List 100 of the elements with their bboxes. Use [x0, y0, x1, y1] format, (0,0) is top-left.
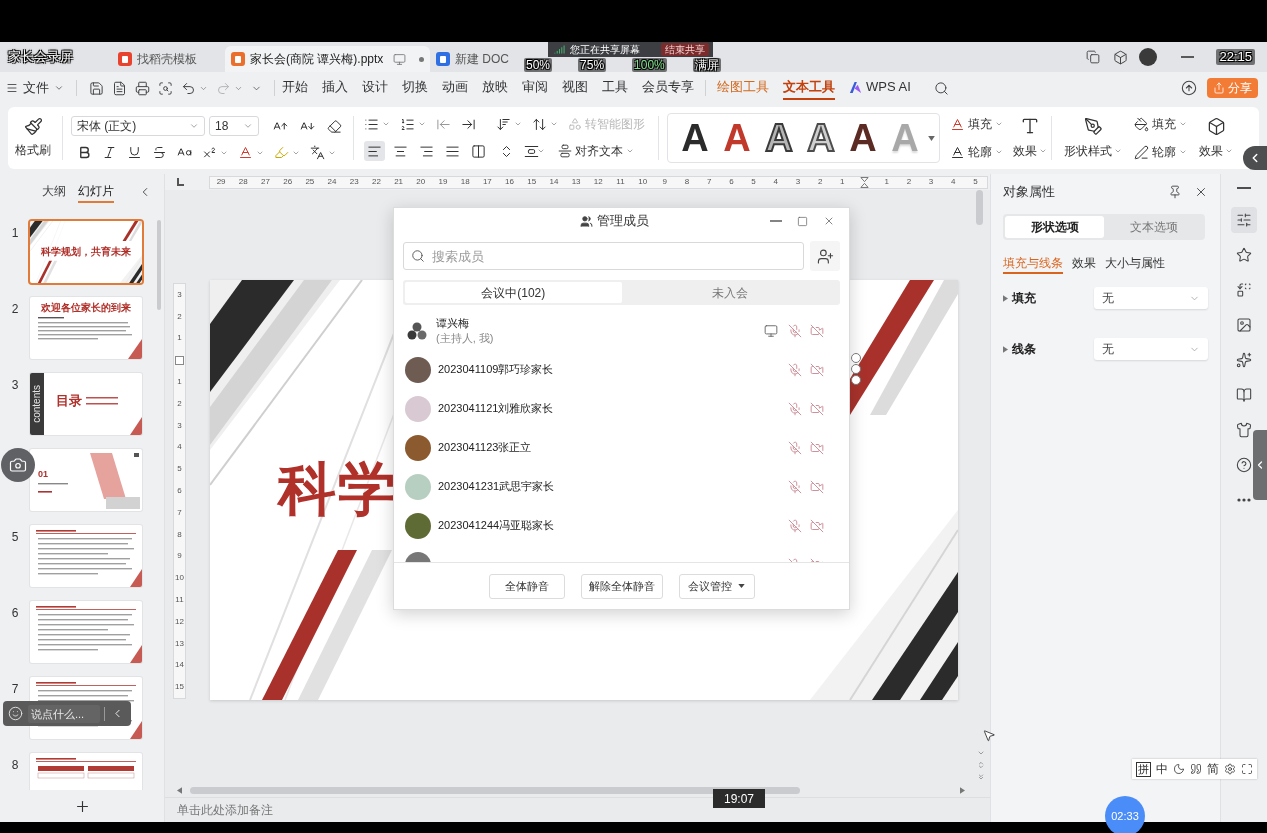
- scrollbar-thumb[interactable]: [976, 190, 983, 225]
- chevron-down-icon[interactable]: [514, 120, 522, 128]
- up-down-arrows-icon[interactable]: [532, 116, 547, 132]
- camera-off-icon[interactable]: [810, 518, 824, 533]
- member-tab[interactable]: 未入会: [621, 282, 838, 303]
- text-style-sample[interactable]: A: [716, 117, 758, 159]
- scrollbar-thumb[interactable]: [190, 786, 800, 794]
- slide-thumbnail[interactable]: [30, 525, 142, 587]
- font-select[interactable]: 宋体 (正文): [71, 116, 205, 136]
- slide-thumbnail[interactable]: 01: [30, 449, 142, 511]
- slide-thumbnail[interactable]: [30, 601, 142, 663]
- text-style-sample[interactable]: A: [674, 117, 716, 159]
- tab-stop-icon[interactable]: [177, 178, 184, 186]
- eraser-icon[interactable]: [327, 118, 342, 134]
- shape-effect-button[interactable]: 效果: [1199, 116, 1233, 160]
- side-tool-button[interactable]: [1231, 206, 1257, 233]
- indent-marker-icon[interactable]: [175, 355, 184, 365]
- ribbon-tab[interactable]: 文本工具: [783, 76, 835, 100]
- close-icon[interactable]: [823, 215, 835, 227]
- avatar-icon[interactable]: [1139, 48, 1158, 66]
- text-style-sample[interactable]: A: [842, 117, 884, 159]
- upload-icon[interactable]: [1181, 80, 1197, 96]
- superscript-icon[interactable]: [202, 145, 217, 160]
- paragraph-spacing-icon[interactable]: [524, 143, 539, 159]
- search-field[interactable]: 搜索成员: [403, 242, 804, 270]
- file-icon[interactable]: [112, 80, 127, 96]
- replace-icon[interactable]: [1236, 281, 1252, 298]
- undo-icon[interactable]: [181, 80, 196, 96]
- property-select[interactable]: 无: [1094, 338, 1208, 360]
- chevron-down-icon[interactable]: [537, 147, 545, 155]
- more-icon[interactable]: [1237, 497, 1251, 502]
- ribbon-tab[interactable]: 放映: [482, 76, 508, 100]
- ribbon-tab[interactable]: 开始: [282, 76, 308, 100]
- highlighter-icon[interactable]: [274, 145, 289, 160]
- slide-thumbnail[interactable]: contents 目录: [30, 373, 142, 435]
- scroll-left-icon[interactable]: [177, 786, 182, 794]
- ribbon-tab[interactable]: 审阅: [522, 76, 548, 100]
- dropdown-caret-icon[interactable]: [928, 135, 935, 141]
- quote-icon[interactable]: [1190, 763, 1202, 775]
- section-tab[interactable]: 大小与属性: [1105, 254, 1165, 274]
- camera-off-icon[interactable]: [810, 323, 824, 338]
- option-tab[interactable]: 形状选项: [1005, 216, 1104, 238]
- scrollbar-thumb[interactable]: [157, 220, 161, 310]
- file-menu-button[interactable]: 文件: [6, 76, 64, 100]
- shirt-icon[interactable]: [1236, 421, 1252, 438]
- expand-caret-icon[interactable]: [1003, 294, 1008, 302]
- microphone-off-icon[interactable]: [788, 440, 802, 455]
- chevron-down-icon[interactable]: [418, 120, 426, 128]
- moon-icon[interactable]: [1173, 763, 1185, 775]
- camera-off-icon[interactable]: [810, 362, 824, 377]
- collapse-button[interactable]: [1243, 146, 1267, 170]
- chevron-down-icon[interactable]: [977, 749, 985, 757]
- format-painter-button[interactable]: 格式刷: [8, 107, 58, 169]
- panel-tab[interactable]: 幻灯片: [78, 181, 114, 203]
- text-effect-button[interactable]: 效果: [1013, 116, 1047, 160]
- microphone-off-icon[interactable]: [788, 401, 802, 416]
- sort-descending-icon[interactable]: [496, 116, 511, 132]
- translate-icon[interactable]: [310, 145, 325, 160]
- text-outline-button[interactable]: 轮廓: [950, 143, 1003, 161]
- bold-icon[interactable]: [77, 145, 92, 160]
- ime-script-label[interactable]: 简: [1207, 762, 1219, 776]
- microphone-off-icon[interactable]: [788, 479, 802, 494]
- slide-thumbnail[interactable]: 欢迎各位家长的到来: [30, 297, 142, 359]
- chevron-down-icon[interactable]: [382, 120, 390, 128]
- document-tab[interactable]: 新建 DOC: [430, 46, 515, 72]
- ime-mode-label[interactable]: 拼: [1136, 761, 1151, 777]
- ribbon-tab[interactable]: 插入: [322, 76, 348, 100]
- minimize-icon[interactable]: [1181, 56, 1195, 58]
- camera-off-icon[interactable]: [810, 401, 824, 416]
- cube-icon[interactable]: [1113, 49, 1129, 65]
- ribbon-tab[interactable]: 设计: [362, 76, 388, 100]
- section-tab[interactable]: 效果: [1072, 254, 1096, 274]
- copy-icon[interactable]: [1086, 50, 1101, 64]
- star-icon[interactable]: [1236, 246, 1252, 263]
- ribbon-tab[interactable]: 工具: [602, 76, 628, 100]
- settings-icon[interactable]: [1224, 763, 1236, 775]
- property-select[interactable]: 无: [1094, 287, 1208, 309]
- ime-language-label[interactable]: 中: [1156, 762, 1168, 776]
- panel-tab[interactable]: 大纲: [42, 181, 66, 203]
- ribbon-tab[interactable]: 会员专享: [642, 76, 694, 100]
- shape-fill-button[interactable]: 填充: [1134, 115, 1187, 133]
- document-tab[interactable]: 家长会(商院 谭兴梅).pptx: [225, 46, 430, 72]
- strikethrough-icon[interactable]: [152, 145, 167, 160]
- pin-icon[interactable]: [1168, 185, 1182, 199]
- font-color-icon[interactable]: [238, 145, 253, 160]
- dialog-button[interactable]: 解除全体静音: [580, 573, 663, 599]
- zoom-option[interactable]: 75%: [578, 58, 607, 72]
- expand-icon[interactable]: [1241, 763, 1253, 775]
- chat-input-field[interactable]: 说点什么...: [28, 704, 100, 723]
- close-icon[interactable]: [1194, 185, 1208, 199]
- text-fill-button[interactable]: 填充: [950, 115, 1003, 133]
- maximize-icon[interactable]: [797, 215, 808, 227]
- numbered-list-icon[interactable]: [400, 116, 415, 132]
- scan-search-icon[interactable]: [158, 80, 173, 96]
- search-icon[interactable]: [933, 80, 949, 96]
- ribbon-tab[interactable]: 动画: [442, 76, 468, 100]
- ribbon-tab[interactable]: 切换: [402, 76, 428, 100]
- expand-caret-icon[interactable]: [1003, 345, 1008, 353]
- scroll-right-icon[interactable]: [960, 786, 965, 794]
- microphone-off-icon[interactable]: [788, 362, 802, 377]
